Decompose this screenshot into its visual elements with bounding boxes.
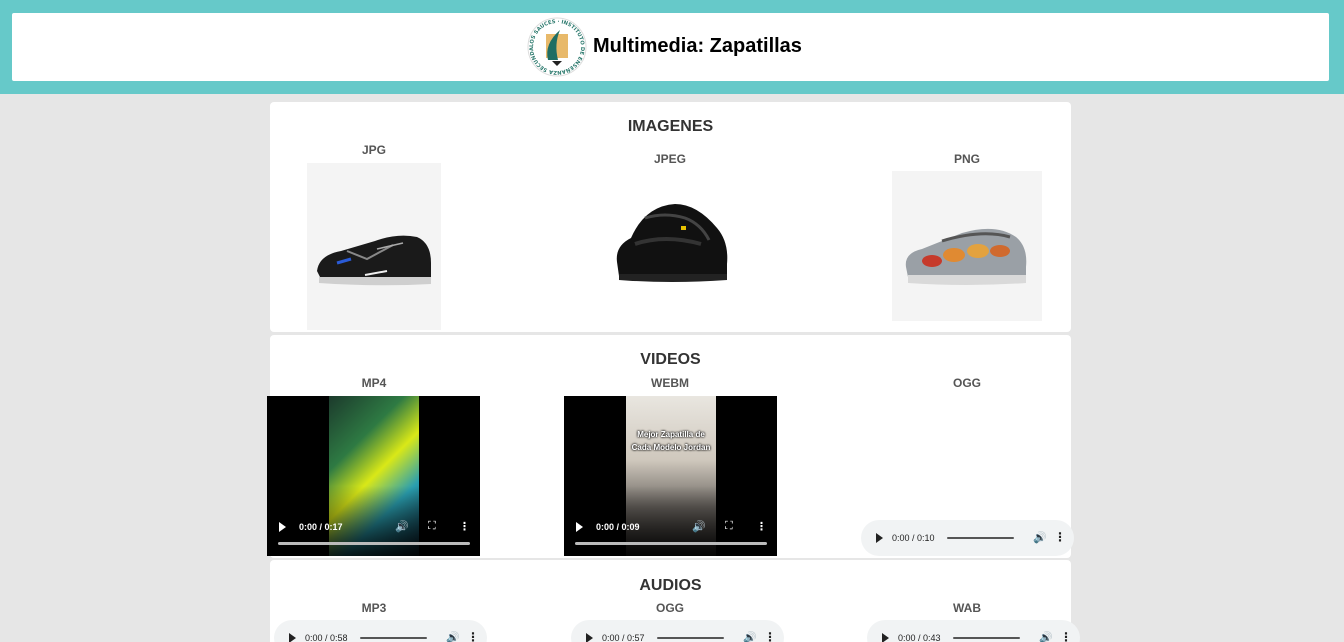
volume-icon[interactable]: 🔊	[743, 631, 757, 642]
webm-video-time: 0:00 / 0:09	[596, 522, 640, 532]
ogg-video-time: 0:00 / 0:10	[892, 533, 935, 543]
wab-seek-bar[interactable]	[953, 637, 1020, 639]
play-icon[interactable]	[289, 633, 296, 642]
wab-audio-label: WAB	[953, 601, 981, 615]
ogg-audio-time: 0:00 / 0:57	[602, 633, 645, 642]
ogg-audio-player[interactable]: 0:00 / 0:57 🔊 ⋮	[571, 620, 784, 642]
volume-icon[interactable]: 🔊	[1039, 631, 1053, 642]
png-sneaker-image	[892, 171, 1042, 321]
ogg-video-label: OGG	[952, 376, 981, 390]
jpeg-label: JPEG	[653, 152, 686, 166]
school-logo: LOS SAUCES · INSTITUTO DE ENSEÑANZA SECU…	[524, 12, 588, 78]
webm-progress-bar[interactable]	[575, 542, 767, 545]
mp4-progress-bar[interactable]	[278, 542, 470, 545]
jpg-label: JPG	[361, 143, 386, 157]
ogg-video-player[interactable]: 0:00 / 0:10 🔊 ⋮	[861, 520, 1074, 556]
mp3-audio-player[interactable]: 0:00 / 0:58 🔊 ⋮	[274, 620, 487, 642]
ogg-video-seek-bar[interactable]	[947, 537, 1014, 539]
ogg-audio-label: OGG	[655, 601, 684, 615]
mp4-video-controls: 0:00 / 0:17 🔊 ⛶ ⋮	[267, 516, 480, 540]
play-icon[interactable]	[586, 633, 593, 642]
png-label: PNG	[953, 152, 980, 166]
videos-title: VIDEOS	[640, 351, 701, 368]
fullscreen-icon[interactable]: ⛶	[725, 520, 733, 533]
volume-icon[interactable]: 🔊	[395, 520, 409, 533]
mp3-seek-bar[interactable]	[360, 637, 427, 639]
more-options-icon[interactable]: ⋮	[459, 520, 470, 533]
images-title: IMAGENES	[627, 118, 714, 135]
webm-video-controls: 0:00 / 0:09 🔊 ⛶ ⋮	[564, 516, 777, 540]
play-icon[interactable]	[882, 633, 889, 642]
more-options-icon[interactable]: ⋮	[1054, 530, 1066, 544]
grey-orange-sneaker-icon	[905, 228, 1027, 285]
ogg-audio-seek-bar[interactable]	[657, 637, 724, 639]
more-options-icon[interactable]: ⋮	[1060, 630, 1072, 642]
volume-icon[interactable]: 🔊	[446, 631, 460, 642]
mp4-video-time: 0:00 / 0:17	[299, 522, 343, 532]
wab-audio-player[interactable]: 0:00 / 0:43 🔊 ⋮	[867, 620, 1080, 642]
webm-label: WEBM	[651, 376, 689, 390]
play-icon[interactable]	[876, 533, 883, 543]
more-options-icon[interactable]: ⋮	[756, 520, 767, 533]
play-icon[interactable]	[576, 522, 583, 532]
more-options-icon[interactable]: ⋮	[467, 630, 479, 642]
mp4-label: MP4	[361, 376, 387, 390]
black-sneaker-icon	[616, 204, 728, 282]
mp4-video-player[interactable]: 0:00 / 0:17 🔊 ⛶ ⋮	[267, 396, 480, 556]
images-section: IMAGENES JPG JPEG PNG	[270, 102, 1071, 332]
play-icon[interactable]	[279, 522, 286, 532]
black-blue-sneaker-icon	[317, 235, 431, 286]
mp3-audio-time: 0:00 / 0:58	[305, 633, 348, 642]
webm-video-player[interactable]: Mejor Zapatilla de Cada Modelo Jordan 0:…	[564, 396, 777, 556]
volume-icon[interactable]: 🔊	[1033, 531, 1047, 544]
jpg-sneaker-image	[307, 163, 441, 330]
wab-audio-time: 0:00 / 0:43	[898, 633, 941, 642]
page-title: Multimedia: Zapatillas	[593, 35, 802, 57]
webm-overlay-text: Mejor Zapatilla de Cada Modelo Jordan	[631, 430, 711, 452]
volume-icon[interactable]: 🔊	[692, 520, 706, 533]
more-options-icon[interactable]: ⋮	[764, 630, 776, 642]
audios-title: AUDIOS	[639, 577, 702, 594]
mp3-label: MP3	[361, 601, 387, 615]
fullscreen-icon[interactable]: ⛶	[428, 520, 436, 533]
jpeg-sneaker-image	[605, 184, 735, 296]
